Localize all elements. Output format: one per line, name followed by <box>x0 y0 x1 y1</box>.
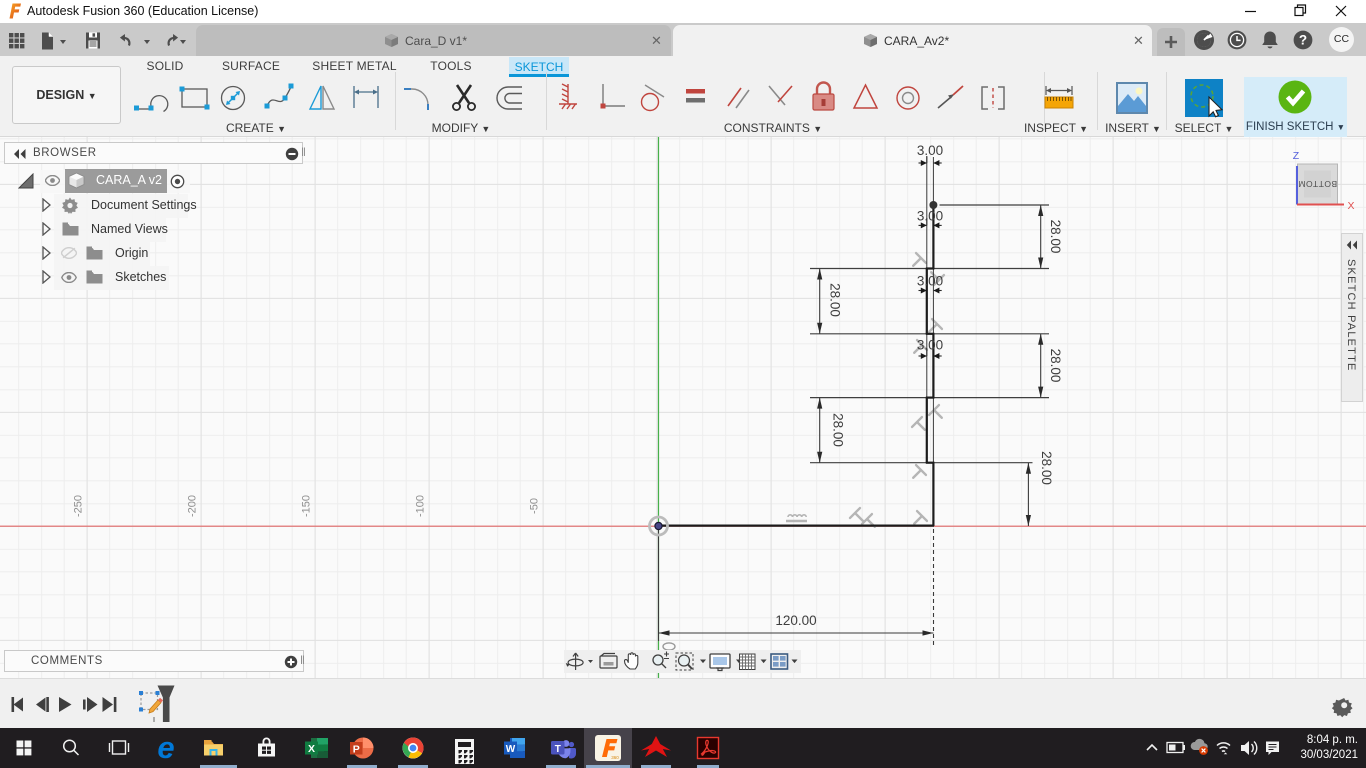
svg-text:X: X <box>1347 200 1354 212</box>
svg-text:-200: -200 <box>187 495 199 517</box>
svg-text:3.00: 3.00 <box>917 209 943 224</box>
svg-text:e: e <box>157 730 174 765</box>
svg-text:28.00: 28.00 <box>1048 220 1063 254</box>
svg-text:P: P <box>353 743 360 755</box>
svg-text:28.00: 28.00 <box>1048 349 1063 383</box>
svg-text:28.00: 28.00 <box>1039 451 1054 485</box>
svg-text:BOTTOM: BOTTOM <box>1298 179 1337 189</box>
svg-text:?: ? <box>1299 33 1307 48</box>
svg-text:-250: -250 <box>73 495 85 517</box>
svg-text:W: W <box>506 744 516 755</box>
svg-text:28.00: 28.00 <box>828 283 843 317</box>
svg-text:28.00: 28.00 <box>831 413 846 447</box>
svg-text:360: 360 <box>611 755 619 760</box>
svg-text:120.00: 120.00 <box>775 613 816 628</box>
svg-text:3.00: 3.00 <box>917 143 943 158</box>
svg-text:-100: -100 <box>415 495 427 517</box>
svg-text:-150: -150 <box>301 495 313 517</box>
svg-text:3.00: 3.00 <box>917 274 943 289</box>
svg-text:3.00: 3.00 <box>917 338 943 353</box>
svg-text:-50: -50 <box>529 498 541 514</box>
svg-text:T: T <box>555 744 561 755</box>
svg-text:X: X <box>308 743 315 755</box>
svg-text:Z: Z <box>1293 150 1300 162</box>
